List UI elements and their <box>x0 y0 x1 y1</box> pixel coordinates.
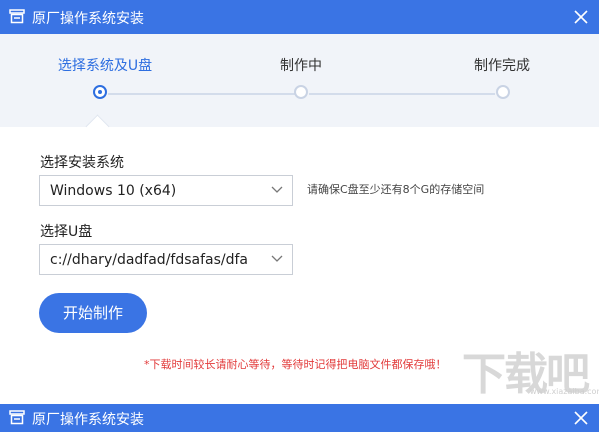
chevron-down-icon <box>271 186 283 193</box>
second-window-title: 原厂操作系统安装 <box>32 412 144 428</box>
usb-select[interactable]: c://dhary/dadfad/fdsafas/dfa <box>39 244 293 275</box>
system-select[interactable]: Windows 10 (x64) <box>39 175 293 206</box>
step-dot-active <box>93 85 107 99</box>
close-icon[interactable] <box>572 8 590 26</box>
window-icon <box>9 9 25 24</box>
step-pointer <box>85 114 110 139</box>
step-dot <box>496 85 510 99</box>
window-icon <box>9 410 25 425</box>
system-select-value: Windows 10 (x64) <box>50 183 177 199</box>
window-title: 原厂操作系统安装 <box>32 11 144 27</box>
step-label-select: 选择系统及U盘 <box>57 58 153 74</box>
step-track <box>108 93 296 95</box>
warning-text: *下载时间较长请耐心等待，等待时记得把电脑文件都保存哦！ <box>144 358 447 371</box>
title-bar: 原厂操作系统安装 <box>0 0 599 34</box>
usb-select-value: c://dhary/dadfad/fdsafas/dfa <box>50 252 249 268</box>
start-button[interactable]: 开始制作 <box>39 293 147 333</box>
storage-hint: 请确保C盘至少还有8个G的存储空间 <box>307 183 485 196</box>
usb-select-label: 选择U盘 <box>40 224 93 240</box>
second-title-bar: 原厂操作系统安装 <box>0 404 599 432</box>
system-select-label: 选择安装系统 <box>40 155 124 171</box>
step-label-done: 制作完成 <box>474 58 530 74</box>
step-track <box>309 93 495 95</box>
chevron-down-icon <box>271 255 283 262</box>
step-dot <box>294 85 308 99</box>
close-icon[interactable] <box>572 409 590 427</box>
step-label-making: 制作中 <box>280 58 322 74</box>
watermark-url: www.xiazaiba.com <box>530 387 599 396</box>
step-progress: 选择系统及U盘 制作中 制作完成 <box>0 34 599 139</box>
